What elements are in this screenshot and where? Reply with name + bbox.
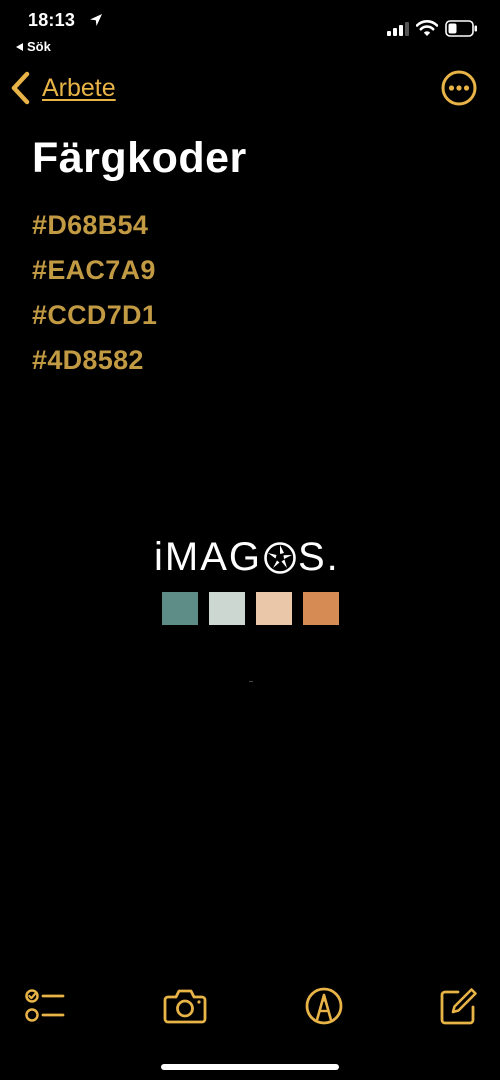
color-swatch <box>162 592 198 625</box>
back-button-label: Arbete <box>42 73 116 102</box>
note-line[interactable]: #EAC7A9 <box>32 248 157 293</box>
status-bar: 18:13 Sök <box>0 0 500 64</box>
note-line[interactable]: #CCD7D1 <box>32 293 157 338</box>
cellular-signal-icon <box>387 22 409 36</box>
note-title[interactable]: Färgkoder <box>32 134 247 183</box>
camera-aperture-icon <box>264 541 296 574</box>
note-body[interactable]: #D68B54 #EAC7A9 #CCD7D1 #4D8582 <box>32 203 157 383</box>
embedded-image[interactable]: iMAG S. <box>140 525 360 695</box>
note-line[interactable]: #4D8582 <box>32 338 157 383</box>
imagos-logo: iMAG S. <box>154 535 340 580</box>
logo-suffix: S. <box>298 535 340 579</box>
home-indicator[interactable] <box>161 1064 339 1070</box>
battery-icon <box>445 20 477 37</box>
markup-pen-icon[interactable] <box>302 986 346 1026</box>
image-artifact <box>249 681 253 682</box>
location-arrow-icon <box>90 14 102 26</box>
status-time: 18:13 <box>28 10 76 30</box>
color-swatches <box>162 592 339 625</box>
color-swatch <box>303 592 339 625</box>
camera-icon[interactable] <box>163 986 207 1026</box>
chevron-left-icon <box>11 71 30 105</box>
compose-icon[interactable] <box>436 986 480 1026</box>
back-to-app-label: Sök <box>27 39 51 54</box>
wifi-icon <box>416 20 438 36</box>
logo-prefix: iMAG <box>154 535 262 579</box>
color-swatch <box>256 592 292 625</box>
back-button[interactable]: Arbete <box>10 68 116 108</box>
back-to-app-button[interactable]: Sök <box>16 39 51 54</box>
note-line[interactable]: #D68B54 <box>32 203 157 248</box>
ellipsis-circle-icon[interactable] <box>441 70 477 106</box>
color-swatch <box>209 592 245 625</box>
back-triangle-icon <box>16 42 23 51</box>
checklist-icon[interactable] <box>22 986 66 1026</box>
